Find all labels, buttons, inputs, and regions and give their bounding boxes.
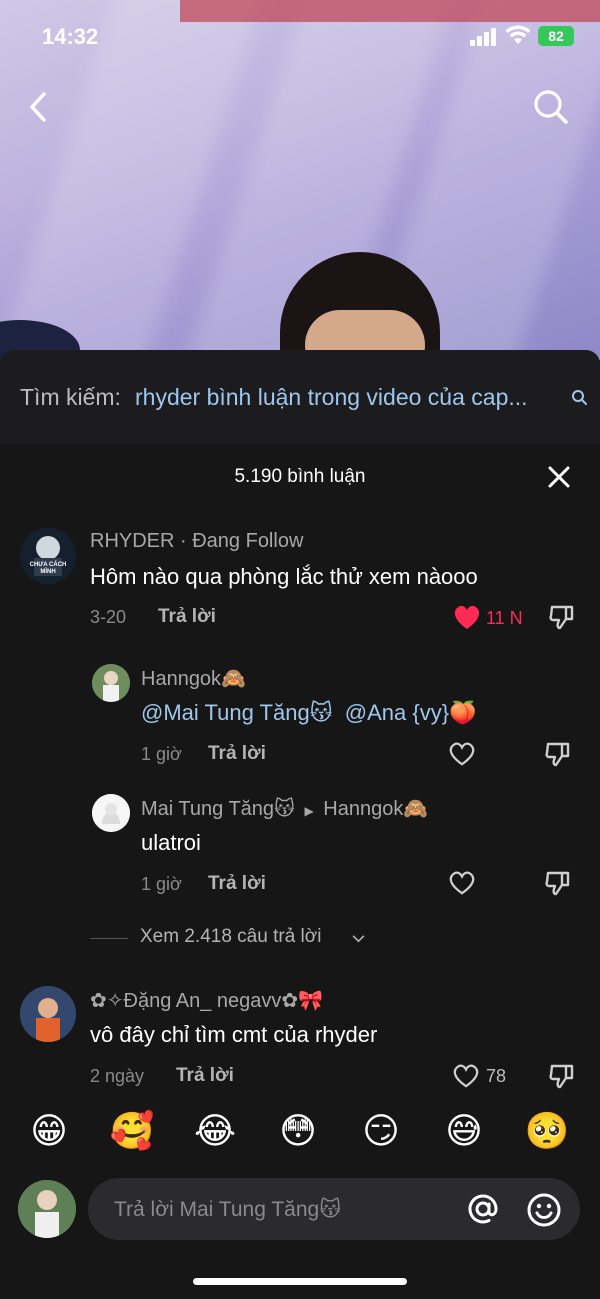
- reply-button[interactable]: Trả lời: [158, 606, 216, 628]
- back-chevron-icon[interactable]: [22, 88, 62, 128]
- reply-input-placeholder: Trả lời Mai Tung Tăng😽: [114, 1198, 342, 1221]
- reply-arrow-icon: ▶: [304, 804, 314, 818]
- comment-text: Hôm nào qua phòng lắc thử xem nàooo: [90, 564, 478, 589]
- comment-time: 1 giờ: [141, 874, 182, 894]
- search-prefix-label: Tìm kiếm:: [20, 384, 121, 410]
- comment-count-title: 5.190 bình luận: [234, 466, 366, 487]
- quick-emoji-row: 😁 🥰 😂 😳 😏 😅 🥺: [0, 1108, 600, 1162]
- emoji-grin[interactable]: 😁: [26, 1108, 72, 1154]
- comment-author[interactable]: ✿✧Đặng An_ negavv✿🎀: [90, 988, 323, 1013]
- wifi-icon: [505, 25, 531, 44]
- emoji-smiling-hearts[interactable]: 🥰: [109, 1108, 155, 1154]
- heart-filled-icon[interactable]: [452, 603, 482, 631]
- heart-outline-icon[interactable]: [448, 741, 476, 767]
- reply-button[interactable]: Trả lời: [208, 873, 266, 895]
- small-search-icon: [572, 390, 587, 405]
- comment-time: 3-20: [90, 607, 127, 627]
- divider-line: [90, 938, 128, 939]
- dislike-icon[interactable]: [544, 869, 572, 897]
- avatar-caption: CHƯA CÁCH MÌNH: [29, 562, 67, 575]
- like-count: 11 N: [486, 608, 523, 628]
- view-more-replies[interactable]: Xem 2.418 câu trả lời: [90, 924, 390, 954]
- dislike-icon[interactable]: [544, 740, 572, 768]
- reply-button[interactable]: Trả lời: [208, 743, 266, 765]
- comment-text: ulatroi: [141, 830, 201, 855]
- dislike-icon[interactable]: [548, 1062, 576, 1090]
- avatar[interactable]: [92, 664, 130, 702]
- reply-input[interactable]: Trả lời Mai Tung Tăng😽: [88, 1178, 580, 1240]
- dislike-icon[interactable]: [548, 603, 576, 631]
- like-count: 78: [486, 1066, 507, 1086]
- comment-time: 2 ngày: [90, 1066, 145, 1086]
- comment-input-bar: Trả lời Mai Tung Tăng😽: [0, 1176, 600, 1246]
- cellular-signal-icon: [470, 28, 498, 46]
- close-icon[interactable]: [544, 462, 574, 492]
- comment-author[interactable]: RHYDER · Đang Follow: [90, 530, 303, 553]
- avatar[interactable]: CHƯA CÁCH MÌNH: [20, 528, 76, 584]
- comment-author: Mai Tung Tăng😽 ▶ Hanngok🙈: [141, 796, 428, 821]
- heart-outline-icon[interactable]: [452, 1063, 480, 1089]
- home-indicator[interactable]: [193, 1278, 407, 1285]
- chevron-down-icon: [352, 935, 365, 943]
- comment-text: vô đây chỉ tìm cmt của rhyder: [90, 1022, 378, 1047]
- emoji-pleading[interactable]: 🥺: [524, 1108, 570, 1154]
- mention-at-icon[interactable]: [466, 1192, 500, 1226]
- reply-item: Hanngok🙈 @Mai Tung Tăng😽 @Ana {vy}🍑 1 gi…: [0, 662, 600, 772]
- reply-button[interactable]: Trả lời: [176, 1065, 234, 1087]
- heart-outline-icon[interactable]: [448, 870, 476, 896]
- reply-to-name[interactable]: Hanngok🙈: [323, 798, 428, 820]
- emoji-tears-of-joy[interactable]: 😂: [192, 1108, 238, 1154]
- comment-text: @Mai Tung Tăng😽 @Ana {vy}🍑: [141, 700, 476, 726]
- emoji-smirk[interactable]: 😏: [358, 1108, 404, 1154]
- reply-item: Mai Tung Tăng😽 ▶ Hanngok🙈 ulatroi 1 giờ …: [0, 792, 600, 902]
- avatar[interactable]: [20, 986, 76, 1042]
- mention-link[interactable]: @Ana {vy}🍑: [345, 700, 477, 725]
- emoji-flushed[interactable]: 😳: [275, 1108, 321, 1154]
- author-name[interactable]: Mai Tung Tăng😽: [141, 798, 295, 820]
- comment-item: ✿✧Đặng An_ negavv✿🎀 vô đây chỉ tìm cmt c…: [0, 984, 600, 1094]
- search-icon[interactable]: [530, 86, 570, 126]
- status-bar: 14:32 82: [0, 0, 600, 74]
- comment-time: 1 giờ: [141, 744, 182, 764]
- search-query-link[interactable]: rhyder bình luận trong video của cap...: [135, 384, 563, 411]
- emoji-sweat-smile[interactable]: 😅: [441, 1108, 487, 1154]
- comments-header: 5.190 bình luận: [0, 444, 600, 510]
- search-suggestion-bar[interactable]: Tìm kiếm: rhyder bình luận trong video c…: [0, 350, 600, 444]
- mention-link[interactable]: @Mai Tung Tăng😽: [141, 700, 333, 725]
- emoji-picker-icon[interactable]: [526, 1192, 562, 1228]
- avatar[interactable]: [92, 794, 130, 832]
- view-more-label: Xem 2.418 câu trả lời: [140, 926, 322, 947]
- comment-author[interactable]: Hanngok🙈: [141, 666, 246, 691]
- battery-indicator: 82: [538, 26, 574, 46]
- user-avatar: [18, 1180, 76, 1238]
- clock: 14:32: [42, 24, 99, 49]
- comments-panel: 5.190 bình luận CHƯA CÁCH MÌNH RHYDER · …: [0, 444, 600, 1299]
- comment-item: CHƯA CÁCH MÌNH RHYDER · Đang Follow Hôm …: [0, 524, 600, 634]
